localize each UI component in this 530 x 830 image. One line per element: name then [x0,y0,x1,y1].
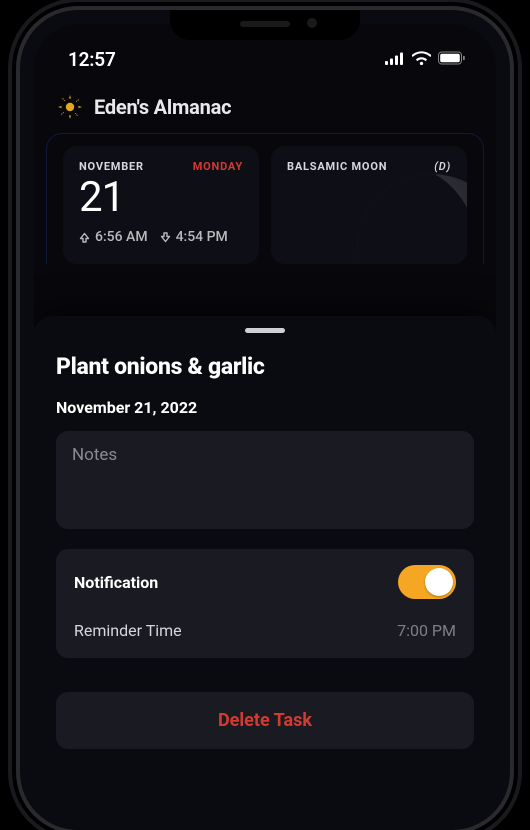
sunset-time: 4:54 PM [176,229,228,245]
moon-phase-label: BALSAMIC MOON [287,160,387,173]
sun-times: 6:56 AM 4:54 PM [79,229,243,245]
app-header: Eden's Almanac [34,79,496,133]
notch [170,10,360,40]
day-number: 21 [79,177,243,219]
delete-task-button[interactable]: Delete Task [56,692,474,749]
phone-frame: 12:57 [20,10,510,830]
sheet-grabber[interactable] [245,328,285,333]
sunset-icon [160,232,171,243]
wifi-icon [412,50,431,69]
sunrise-icon [79,232,90,243]
delete-task-label: Delete Task [218,710,312,731]
task-sheet: Plant onions & garlic November 21, 2022 … [34,316,496,816]
notes-placeholder: Notes [72,445,117,465]
moon-card[interactable]: BALSAMIC MOON (D) [271,146,467,264]
task-title: Plant onions & garlic [56,353,474,380]
notification-label: Notification [74,573,158,592]
notification-box: Notification Reminder Time 7:00 PM [56,549,474,658]
sunrise-time: 6:56 AM [95,229,148,245]
notes-input[interactable]: Notes [56,431,474,529]
reminder-time: 7:00 PM [397,621,456,640]
moon-icon [357,174,467,264]
sun-icon [58,95,82,119]
notification-toggle[interactable] [398,565,456,599]
cellular-icon [385,50,405,69]
month-label: NOVEMBER [79,160,144,173]
app-title: Eden's Almanac [94,95,231,119]
date-card[interactable]: NOVEMBER MONDAY 21 6:56 AM [63,146,259,264]
moon-tag: (D) [434,160,451,173]
status-icons [385,50,466,69]
task-date: November 21, 2022 [56,398,474,417]
reminder-row[interactable]: Reminder Time 7:00 PM [74,621,456,640]
weekday-label: MONDAY [193,160,243,173]
reminder-label: Reminder Time [74,621,182,640]
status-time: 12:57 [68,48,116,71]
cards-row: NOVEMBER MONDAY 21 6:56 AM [46,133,484,264]
screen: 12:57 [34,24,496,816]
battery-icon [438,50,466,69]
